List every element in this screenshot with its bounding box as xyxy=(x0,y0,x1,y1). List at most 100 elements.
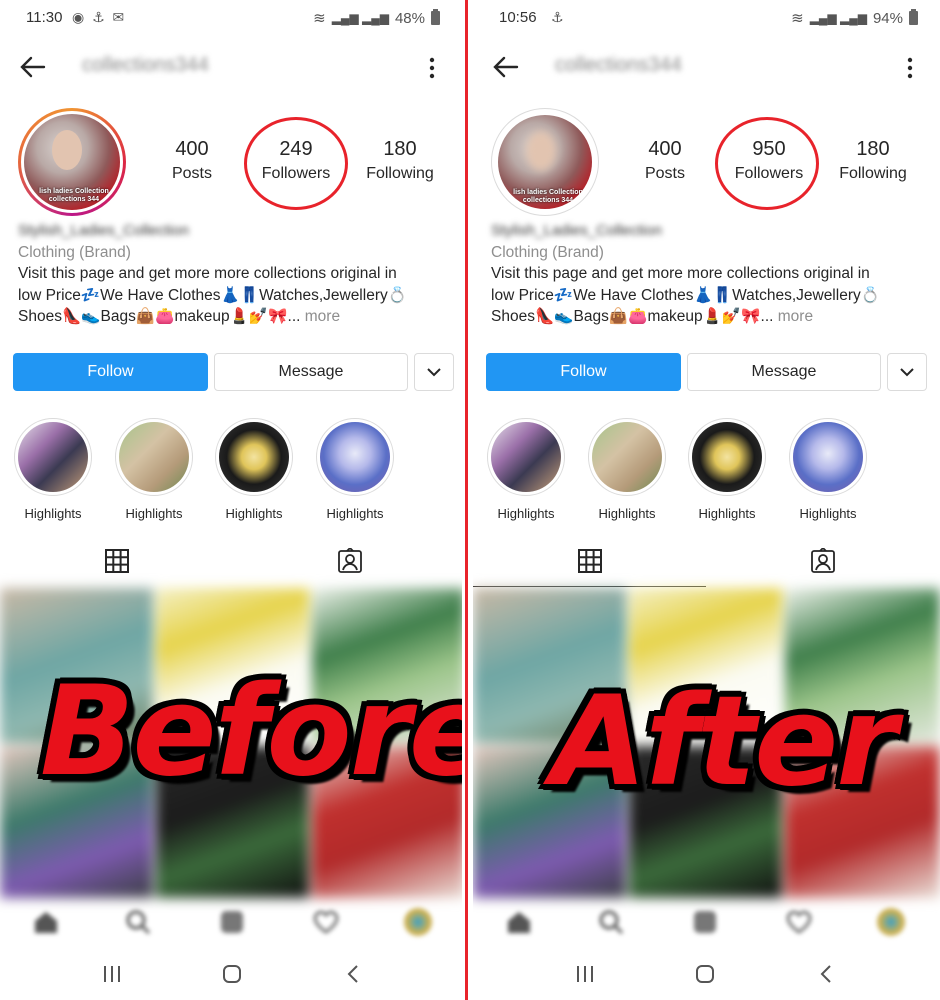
highlight-item[interactable]: Highlights xyxy=(214,418,294,521)
profile-username: collections344 xyxy=(555,54,682,76)
bio-line: Visit this page and get more more collec… xyxy=(491,265,870,282)
bio-line: low Price💤We Have Clothes👗👖Watches,Jewel… xyxy=(491,286,881,304)
wifi-icon: ≋ xyxy=(313,10,326,27)
highlight-item[interactable]: Highlights xyxy=(587,418,667,521)
highlight-item[interactable]: Highlights xyxy=(315,418,395,521)
highlight-label: Highlights xyxy=(225,506,283,521)
system-nav-bar xyxy=(473,948,940,1000)
following-count[interactable]: 180 Following xyxy=(828,138,918,183)
follow-button[interactable]: Follow xyxy=(486,353,681,391)
suggested-dropdown-button[interactable] xyxy=(887,353,927,391)
reels-icon[interactable] xyxy=(218,908,246,936)
more-options-icon[interactable] xyxy=(422,54,442,82)
grid-tab-icon[interactable] xyxy=(104,548,130,574)
search-icon[interactable] xyxy=(597,908,625,936)
following-count[interactable]: 180 Following xyxy=(355,138,445,183)
bio-line: low Price💤We Have Clothes👗👖Watches,Jewel… xyxy=(18,286,408,304)
posts-count[interactable]: 400 Posts xyxy=(147,138,237,183)
comparison-image: 11:30 ◉ ⚓ ✉ ≋ ▂▄▆ ▂▄▆ 48% collections344… xyxy=(0,0,940,1000)
profile-bio: Stylish_Ladies_Collection Clothing (Bran… xyxy=(18,220,448,328)
highlight-label: Highlights xyxy=(497,506,555,521)
grid-tab-icon[interactable] xyxy=(577,548,603,574)
notification-icons: ◉ ⚓ ✉ xyxy=(72,9,127,25)
recents-icon[interactable] xyxy=(573,962,597,986)
message-button[interactable]: Message xyxy=(214,353,408,391)
category-label: Clothing (Brand) xyxy=(18,243,131,261)
wifi-icon: ≋ xyxy=(791,10,804,27)
posts-label: Posts xyxy=(644,165,685,182)
back-arrow-icon[interactable] xyxy=(491,52,521,82)
back-arrow-icon[interactable] xyxy=(18,52,48,82)
highlight-item[interactable]: Highlights xyxy=(13,418,93,521)
highlight-item[interactable]: Highlights xyxy=(486,418,566,521)
search-icon[interactable] xyxy=(124,908,152,936)
chevron-down-icon xyxy=(427,368,441,377)
system-back-icon[interactable] xyxy=(342,962,366,986)
notification-icons: ⚓ xyxy=(551,9,566,25)
home-button-icon[interactable] xyxy=(220,962,244,986)
bio-line: Shoes👠👟Bags👜👛makeup💄💅🎀... xyxy=(491,308,774,325)
status-time: 10:56 xyxy=(499,9,537,26)
profile-top-nav: collections344 xyxy=(0,48,462,88)
battery-icon xyxy=(909,9,918,25)
tagged-tab-icon[interactable] xyxy=(810,548,836,574)
profile-avatar[interactable]: lish ladies Collection collections 344 xyxy=(18,108,126,216)
bio-line: Visit this page and get more more collec… xyxy=(18,265,397,282)
suggested-dropdown-button[interactable] xyxy=(414,353,454,391)
chevron-down-icon xyxy=(900,368,914,377)
before-screenshot: 11:30 ◉ ⚓ ✉ ≋ ▂▄▆ ▂▄▆ 48% collections344… xyxy=(0,0,462,1000)
after-label: After xyxy=(551,670,897,814)
after-screenshot: 10:56 ⚓ ≋ ▂▄▆ ▂▄▆ 94% collections344 lis… xyxy=(473,0,940,1000)
followers-highlight-circle xyxy=(715,117,819,210)
category-label: Clothing (Brand) xyxy=(491,243,604,261)
following-label: Following xyxy=(366,165,434,182)
following-label: Following xyxy=(839,165,907,182)
following-value: 180 xyxy=(856,138,890,160)
more-link[interactable]: more xyxy=(305,308,340,325)
system-nav-bar xyxy=(0,948,462,1000)
battery-percent: 94% xyxy=(872,9,903,27)
profile-top-nav: collections344 xyxy=(473,48,940,88)
battery-icon xyxy=(431,9,440,25)
profile-avatar-tab[interactable] xyxy=(404,908,432,936)
profile-username: collections344 xyxy=(82,54,209,76)
status-right: ≋ ▂▄▆ ▂▄▆ 94% xyxy=(791,9,918,27)
bottom-tab-bar xyxy=(473,898,940,946)
posts-count[interactable]: 400 Posts xyxy=(620,138,710,183)
more-options-icon[interactable] xyxy=(900,54,920,82)
status-bar: 10:56 ⚓ ≋ ▂▄▆ ▂▄▆ 94% xyxy=(473,0,940,36)
reels-icon[interactable] xyxy=(691,908,719,936)
heart-icon[interactable] xyxy=(312,908,340,936)
highlight-label: Highlights xyxy=(799,506,857,521)
tagged-tab-icon[interactable] xyxy=(337,548,363,574)
bottom-tab-bar xyxy=(0,898,462,946)
profile-avatar-tab[interactable] xyxy=(877,908,905,936)
highlight-item[interactable]: Highlights xyxy=(788,418,868,521)
following-value: 180 xyxy=(383,138,417,160)
highlight-item[interactable]: Highlights xyxy=(687,418,767,521)
active-tab-indicator xyxy=(473,586,706,587)
highlight-label: Highlights xyxy=(326,506,384,521)
heart-icon[interactable] xyxy=(785,908,813,936)
status-right: ≋ ▂▄▆ ▂▄▆ 48% xyxy=(313,9,440,27)
status-time: 11:30 xyxy=(26,9,63,26)
highlight-label: Highlights xyxy=(125,506,183,521)
highlight-label: Highlights xyxy=(24,506,82,521)
home-icon[interactable] xyxy=(505,908,533,936)
message-button[interactable]: Message xyxy=(687,353,881,391)
display-name: Stylish_Ladies_Collection xyxy=(491,222,662,239)
battery-percent: 48% xyxy=(394,9,425,27)
profile-avatar[interactable]: lish ladies Collection collections 344 xyxy=(491,108,599,216)
system-back-icon[interactable] xyxy=(815,962,839,986)
signal-icon: ▂▄▆ ▂▄▆ xyxy=(809,11,867,25)
posts-label: Posts xyxy=(171,165,212,182)
signal-icon: ▂▄▆ ▂▄▆ xyxy=(331,11,389,25)
more-link[interactable]: more xyxy=(778,308,813,325)
home-button-icon[interactable] xyxy=(693,962,717,986)
display-name: Stylish_Ladies_Collection xyxy=(18,222,189,239)
recents-icon[interactable] xyxy=(100,962,124,986)
home-icon[interactable] xyxy=(32,908,60,936)
before-label: Before xyxy=(40,660,462,804)
highlight-item[interactable]: Highlights xyxy=(114,418,194,521)
follow-button[interactable]: Follow xyxy=(13,353,208,391)
